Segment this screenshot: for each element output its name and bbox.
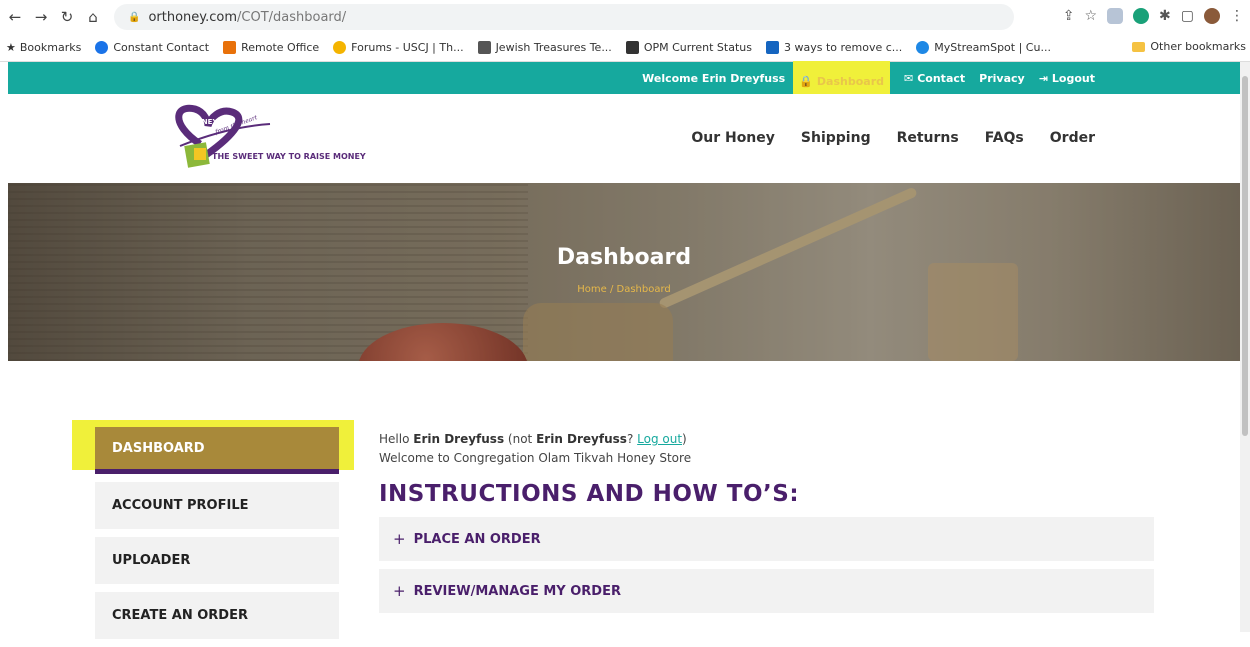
- page-title: Dashboard: [556, 245, 692, 270]
- greeting: Hello Erin Dreyfuss (not Erin Dreyfuss? …: [379, 432, 687, 446]
- bookmark-icon: [223, 41, 237, 54]
- user-name: Erin Dreyfuss: [536, 432, 627, 446]
- star-icon[interactable]: ☆: [1084, 8, 1097, 24]
- extension-icon[interactable]: [1133, 8, 1150, 24]
- bookmark-item[interactable]: Remote Office: [223, 41, 319, 54]
- sidebar-item-uploader[interactable]: UPLOADER: [95, 537, 339, 584]
- mail-icon: ✉: [904, 71, 914, 85]
- sidebar-item-dashboard[interactable]: DASHBOARD: [95, 427, 339, 474]
- plus-icon: +: [393, 530, 406, 548]
- share-icon[interactable]: ⇪: [1063, 8, 1075, 24]
- logout-link[interactable]: Log out: [637, 432, 682, 446]
- breadcrumb-current: Dashboard: [616, 284, 671, 295]
- bookmark-icon: [95, 41, 109, 54]
- logo-word: HONEY: [190, 118, 218, 126]
- lock-icon: 🔒: [128, 11, 141, 23]
- nav-returns[interactable]: Returns: [897, 130, 959, 146]
- bookmark-icon: [333, 41, 347, 54]
- nav-order[interactable]: Order: [1050, 130, 1095, 146]
- back-icon[interactable]: ←: [4, 8, 26, 26]
- logout-icon: ⇥: [1038, 71, 1048, 85]
- logo-tagline: THE SWEET WAY TO RAISE MONEY: [212, 152, 366, 161]
- star-icon: ★: [6, 41, 16, 54]
- other-bookmarks[interactable]: Other bookmarks: [1132, 40, 1246, 53]
- bookmark-item[interactable]: OPM Current Status: [625, 41, 752, 54]
- bookmark-icon: [765, 41, 779, 54]
- site-topbar: Welcome Erin Dreyfuss 🔒 Dashboard ✉ Contac…: [8, 61, 1240, 101]
- bookmark-icon: [625, 41, 639, 54]
- heart-logo-icon: HONEY from the heart: [175, 104, 271, 168]
- plus-icon: +: [393, 582, 406, 600]
- bookmark-item[interactable]: 3 ways to remove c...: [765, 41, 902, 54]
- account-sidebar: DASHBOARD ACCOUNT PROFILE UPLOADER CREAT…: [95, 427, 339, 647]
- breadcrumb-separator: /: [609, 284, 614, 295]
- topbar-logout-link[interactable]: ⇥ Logout: [1039, 72, 1095, 85]
- scrollbar-thumb[interactable]: [1242, 76, 1248, 436]
- accordion-place-order[interactable]: + PLACE AN ORDER: [379, 517, 1154, 561]
- avatar[interactable]: [1204, 8, 1220, 24]
- hero-banner: Dashboard Home / Dashboard: [8, 183, 1240, 361]
- sidebar-item-account-profile[interactable]: ACCOUNT PROFILE: [95, 482, 339, 529]
- bookmark-item[interactable]: Constant Contact: [95, 41, 209, 54]
- sidepanel-icon[interactable]: ▢: [1181, 8, 1194, 24]
- nav-faqs[interactable]: FAQs: [985, 130, 1024, 146]
- address-bar[interactable]: 🔒 orthoney.com/COT/dashboard/: [114, 4, 1014, 30]
- url-domain: orthoney.com: [148, 9, 238, 25]
- accordion-review-order[interactable]: + REVIEW/MANAGE MY ORDER: [379, 569, 1154, 613]
- bookmark-item[interactable]: MyStreamSpot | Cu...: [916, 41, 1051, 54]
- main-nav: Our Honey Shipping Returns FAQs Order: [691, 130, 1095, 146]
- url-path: /COT/dashboard/: [237, 9, 347, 25]
- site-logo[interactable]: HONEY from the heart THE SWEET WAY TO RA…: [160, 104, 370, 174]
- user-name: Erin Dreyfuss: [413, 432, 505, 446]
- bookmark-icon: [477, 41, 491, 54]
- bookmark-item[interactable]: ★ Bookmarks: [6, 41, 81, 54]
- nav-shipping[interactable]: Shipping: [801, 130, 871, 146]
- page-scrollbar[interactable]: [1240, 62, 1250, 632]
- hero-overlay: [8, 183, 1240, 361]
- topbar-contact-link[interactable]: ✉ Contact: [904, 72, 965, 85]
- instructions-heading: INSTRUCTIONS AND HOW TO’S:: [379, 481, 800, 507]
- breadcrumb-home[interactable]: Home: [577, 284, 607, 295]
- menu-icon[interactable]: ⋮: [1230, 8, 1244, 24]
- bookmarks-bar: ★ Bookmarks Constant Contact Remote Offic…: [0, 34, 1250, 62]
- puzzle-icon[interactable]: ✱: [1159, 8, 1171, 24]
- lock-icon: 🔒: [799, 74, 813, 88]
- site-header: HONEY from the heart THE SWEET WAY TO RA…: [8, 94, 1240, 183]
- dashboard-content: Hello Erin Dreyfuss (not Erin Dreyfuss? …: [379, 430, 1154, 613]
- folder-icon: [1132, 41, 1146, 52]
- bookmark-icon: [916, 41, 930, 54]
- home-icon[interactable]: ⌂: [82, 8, 104, 26]
- welcome-message: Welcome to Congregation Olam Tikvah Hone…: [379, 451, 692, 465]
- extension-icon[interactable]: [1107, 8, 1124, 24]
- reload-icon[interactable]: ↻: [56, 8, 78, 26]
- breadcrumb: Home / Dashboard: [8, 284, 1240, 295]
- welcome-text: Welcome Erin Dreyfuss: [642, 71, 786, 85]
- bookmark-item[interactable]: Jewish Treasures Te...: [477, 41, 612, 54]
- forward-icon[interactable]: →: [30, 8, 52, 26]
- topbar-privacy-link[interactable]: Privacy: [979, 72, 1025, 85]
- bookmark-item[interactable]: Forums - USCJ | Th...: [333, 41, 464, 54]
- nav-our-honey[interactable]: Our Honey: [691, 130, 775, 146]
- browser-toolbar: ← → ↻ ⌂ 🔒 orthoney.com/COT/dashboard/ ⇪ …: [0, 0, 1250, 34]
